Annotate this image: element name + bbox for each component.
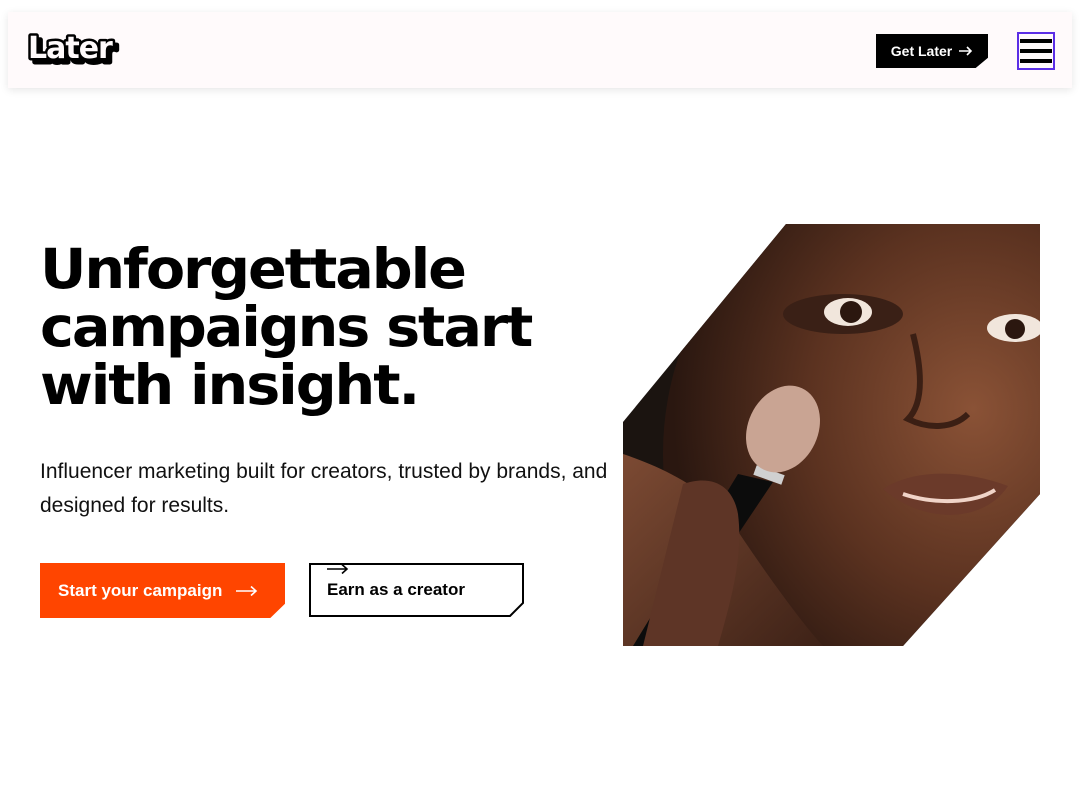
headline-line: campaigns start — [40, 295, 533, 359]
earn-as-creator-label: Earn as a creator — [327, 580, 465, 599]
hero-image — [623, 224, 1040, 646]
arrow-right-icon — [959, 46, 973, 56]
later-logo[interactable]: Later Later Later — [26, 30, 138, 70]
headline-line: with insight. — [40, 353, 420, 417]
menu-bar — [1020, 59, 1052, 63]
page: Later Later Later Get Later Unforgettabl… — [0, 0, 1080, 810]
arrow-right-icon — [236, 585, 258, 596]
arrow-right-icon — [327, 563, 349, 575]
get-later-label: Get Later — [890, 43, 953, 59]
svg-text:Later: Later — [28, 31, 113, 66]
earn-as-creator-button[interactable]: Earn as a creator — [309, 563, 524, 617]
menu-bar — [1020, 49, 1052, 53]
site-header: Later Later Later Get Later — [8, 12, 1072, 88]
headline-line: Unforgettable — [40, 237, 467, 301]
start-campaign-button[interactable]: Start your campaign — [40, 563, 285, 618]
hero-subheadline: Influencer marketing built for creators,… — [40, 460, 608, 517]
hero-headline: Unforgettable campaigns start with insig… — [40, 240, 643, 414]
hamburger-menu-icon[interactable] — [1017, 32, 1055, 70]
get-later-button[interactable]: Get Later — [876, 34, 988, 68]
menu-bar — [1020, 39, 1052, 43]
earn-as-creator-content: Earn as a creator — [327, 563, 465, 617]
start-campaign-label: Start your campaign — [58, 580, 223, 600]
